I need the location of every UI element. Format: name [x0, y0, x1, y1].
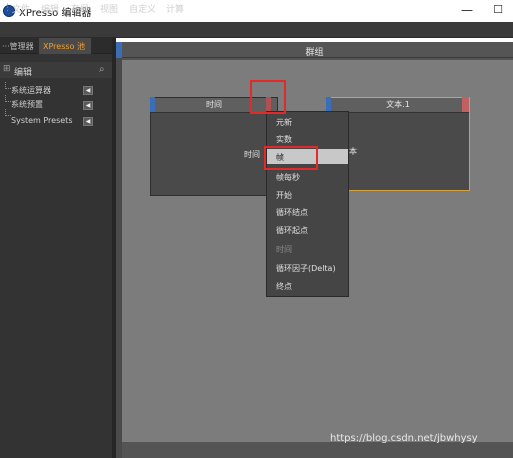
node-text-output-port[interactable]	[462, 97, 469, 112]
tree-connector	[5, 109, 11, 116]
maximize-icon[interactable]: ☐	[490, 3, 506, 17]
menu-customize[interactable]: 自定义	[129, 2, 156, 15]
menu-bar	[0, 22, 513, 38]
menu-calculate[interactable]: 计算	[166, 2, 184, 15]
menu-item[interactable]: 终点	[276, 281, 346, 292]
annotation-box	[250, 80, 286, 114]
menu-item[interactable]: 循环结点	[276, 207, 346, 218]
tree-item-system-presets[interactable]: System Presets	[11, 116, 73, 125]
menu-item[interactable]: 开始	[276, 190, 346, 201]
menu-item[interactable]: 循环起点	[276, 225, 346, 236]
menu-item[interactable]: 实数	[276, 134, 346, 145]
magnifier-icon[interactable]: ⌕	[99, 64, 105, 75]
flag-icon[interactable]: ◀	[83, 101, 93, 110]
menu-item-disabled: 时间	[276, 245, 292, 254]
annotation-box	[264, 146, 318, 170]
node-text-input-port[interactable]	[326, 97, 331, 112]
menu-item[interactable]: 元新	[276, 117, 346, 128]
search-label: 编辑	[14, 68, 33, 78]
grid-icon: ⊞	[3, 64, 11, 74]
menu-layout[interactable]: 布局	[71, 2, 89, 15]
group-title: 群组	[305, 48, 324, 58]
flag-icon[interactable]: ◀	[83, 117, 93, 126]
tab-xpresso-pool[interactable]: XPresso 池	[39, 38, 91, 54]
grip-icon: ⋮	[3, 3, 12, 13]
menu-item[interactable]: 帧每秒	[276, 172, 346, 183]
menu-edit[interactable]: 编辑	[41, 2, 59, 15]
minimize-icon[interactable]: —	[459, 3, 475, 17]
menu-item[interactable]: 循环因子(Delta)	[276, 263, 346, 274]
node-time-port-label: 时间	[244, 150, 260, 159]
tree-item-system-operators[interactable]: 系统运算器	[11, 85, 51, 96]
node-time-input-port[interactable]	[150, 97, 155, 112]
menu-view[interactable]: 视图	[100, 2, 118, 15]
tree-item-system-presets-cn[interactable]: 系统预置	[11, 99, 43, 110]
menu-file[interactable]: 文件	[12, 2, 30, 15]
watermark: https://blog.csdn.net/jbwhysy	[330, 433, 478, 444]
flag-icon[interactable]: ◀	[83, 86, 93, 95]
node-text-port-label: 本	[349, 147, 357, 156]
tab-manager[interactable]: ···管理器	[0, 38, 38, 54]
